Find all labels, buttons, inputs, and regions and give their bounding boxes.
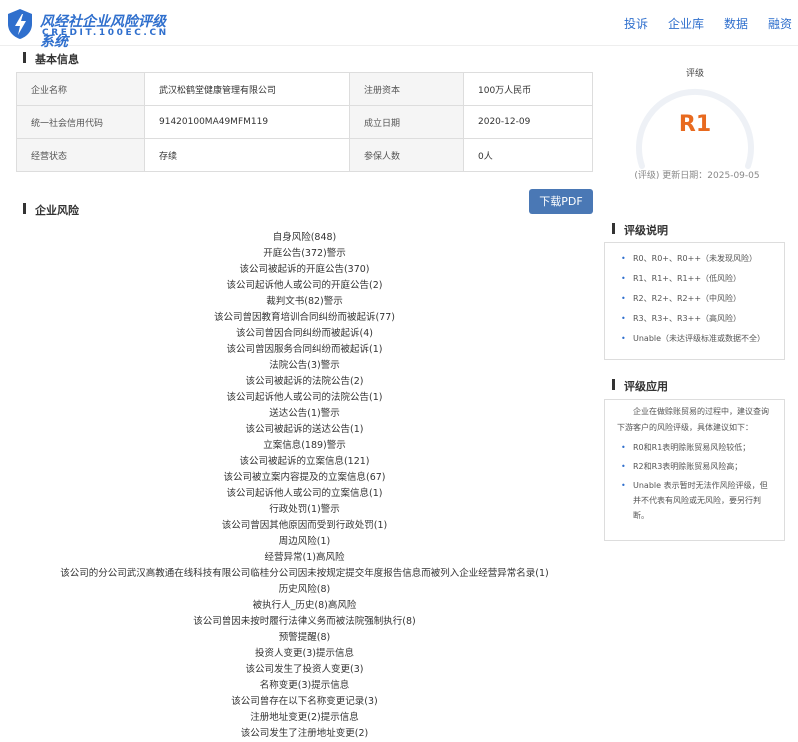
table-value: 2020-12-09 (463, 105, 593, 139)
list-item: 注册地址变更(2)提示信息 (250, 712, 359, 723)
list-item: 历史风险(8) (278, 584, 331, 595)
list-item: 该公司的分公司武汉高教通在线科技有限公司临桂分公司因未按规定提交年度报告信息而被… (60, 568, 549, 579)
site-logo[interactable]: 风经社企业风险评级系统 CREDIT.100EC.CN (6, 8, 176, 50)
list-item: 该公司曾存在以下名称变更记录(3) (231, 696, 378, 707)
list-item: 该公司起诉他人或公司的法院公告(1) (226, 392, 383, 403)
list-item: 经营异常(1)高风险 (264, 552, 345, 563)
basic-info-table: 企业名称 武汉松鹤堂健康管理有限公司 注册资本 100万人民币 统一社会信用代码… (16, 72, 593, 172)
risk-list: 自身风险(848) 开庭公告(372)警示 该公司被起诉的开庭公告(370) 该… (16, 230, 593, 742)
basic-info-title: 基本信息 (23, 51, 79, 67)
table-row: 经营状态 存续 参保人数 0人 (16, 138, 593, 172)
rating-explain-title: 评级说明 (612, 222, 668, 238)
download-pdf-button[interactable]: 下载PDF (529, 189, 593, 214)
list-item: 投资人变更(3)提示信息 (255, 648, 354, 659)
list-item: Unable（未达评级标准或数据不全） (619, 329, 774, 349)
rating-label: 评级 (685, 69, 704, 79)
table-key: 统一社会信用代码 (16, 105, 145, 139)
top-bar: 风经社企业风险评级系统 CREDIT.100EC.CN 投诉 企业库 数据 融资 (0, 0, 798, 50)
list-item: R1、R1+、R1++（低风险） (619, 269, 774, 289)
table-key: 成立日期 (349, 105, 464, 139)
list-item: 开庭公告(372)警示 (263, 248, 346, 259)
list-item: R0、R0+、R0++（未发现风险） (619, 249, 774, 269)
table-key: 参保人数 (349, 138, 464, 172)
rating-apply-title: 评级应用 (612, 378, 668, 394)
list-item: 该公司曾因合同纠纷而被起诉(4) (236, 328, 373, 339)
nav-data[interactable]: 数据 (724, 15, 748, 32)
shield-logo-icon (8, 9, 32, 39)
table-value: 存续 (144, 138, 350, 172)
nav-financing[interactable]: 融资 (768, 15, 792, 32)
logo-subtitle: CREDIT.100EC.CN (42, 28, 169, 38)
list-item: 预警提醒(8) (278, 632, 331, 643)
enterprise-risk-title: 企业风险 (23, 202, 79, 218)
list-item: 该公司曾因其他原因而受到行政处罚(1) (221, 520, 388, 531)
list-item: R0和R1表明赊账贸易风险较低； (619, 440, 774, 455)
rating-apply-panel: 企业在做赊账贸易的过程中，建议查询下游客户的风险评级，具体建议如下： R0和R1… (604, 399, 785, 541)
list-item: 行政处罚(1)警示 (269, 504, 340, 515)
list-item: 该公司曾因服务合同纠纷而被起诉(1) (226, 344, 383, 355)
list-item: 被执行人_历史(8)高风险 (252, 600, 357, 611)
list-item: 该公司被起诉的送达公告(1) (245, 424, 364, 435)
table-row: 企业名称 武汉松鹤堂健康管理有限公司 注册资本 100万人民币 (16, 72, 593, 106)
rating-gauge: 评级 R1 (630, 66, 760, 171)
list-item: R2、R2+、R2++（中风险） (619, 289, 774, 309)
list-item: 法院公告(3)警示 (269, 360, 340, 371)
list-item: 该公司被起诉的开庭公告(370) (239, 264, 370, 275)
list-item: 自身风险(848) (272, 232, 337, 243)
list-item: 名称变更(3)提示信息 (259, 680, 350, 691)
list-item: R3、R3+、R3++（高风险） (619, 309, 774, 329)
list-item: 该公司发生了注册地址变更(2) (240, 728, 369, 739)
table-value: 100万人民币 (463, 72, 593, 106)
list-item: 该公司被起诉的立案信息(121) (239, 456, 370, 467)
nav-company-library[interactable]: 企业库 (668, 15, 704, 32)
list-item: 裁判文书(82)警示 (266, 296, 343, 307)
list-item: Unable 表示暂时无法作风险评级，但并不代表有风险或无风险，要另行判断。 (619, 478, 774, 523)
table-value: 91420100MA49MFM119 (144, 105, 350, 139)
rating-explain-panel: R0、R0+、R0++（未发现风险） R1、R1+、R1++（低风险） R2、R… (604, 242, 785, 360)
list-item: 该公司被起诉的法院公告(2) (245, 376, 364, 387)
rating-value: R1 (678, 112, 712, 137)
table-value: 0人 (463, 138, 593, 172)
list-item: 该公司起诉他人或公司的开庭公告(2) (226, 280, 383, 291)
table-key: 企业名称 (16, 72, 145, 106)
list-item: R2和R3表明赊账贸易风险高； (619, 459, 774, 474)
nav-complaint[interactable]: 投诉 (624, 15, 648, 32)
list-item: 周边风险(1) (278, 536, 331, 547)
apply-intro: 企业在做赊账贸易的过程中，建议查询下游客户的风险评级，具体建议如下： (617, 407, 769, 432)
table-key: 注册资本 (349, 72, 464, 106)
list-item: 该公司发生了投资人变更(3) (245, 664, 364, 675)
list-item: 该公司被立案内容提及的立案信息(67) (223, 472, 386, 483)
list-item: 该公司曾因未按时履行法律义务而被法院强制执行(8) (193, 616, 416, 627)
list-item: 该公司曾因教育培训合同纠纷而被起诉(77) (213, 312, 395, 323)
list-item: 该公司起诉他人或公司的立案信息(1) (226, 488, 383, 499)
list-item: 送达公告(1)警示 (269, 408, 340, 419)
table-key: 经营状态 (16, 138, 145, 172)
table-value: 武汉松鹤堂健康管理有限公司 (144, 72, 350, 106)
table-row: 统一社会信用代码 91420100MA49MFM119 成立日期 2020-12… (16, 105, 593, 139)
rating-update-date: (评级) 更新日期：2025-09-05 (634, 171, 760, 181)
list-item: 立案信息(189)警示 (263, 440, 346, 451)
main-nav: 投诉 企业库 数据 融资 (604, 15, 792, 32)
